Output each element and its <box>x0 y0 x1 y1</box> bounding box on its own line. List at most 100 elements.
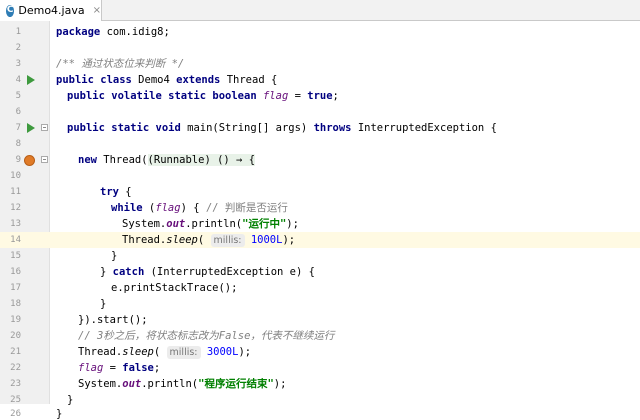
lambda-fold[interactable]: (Runnable) () → { <box>147 154 256 166</box>
line-code: public static void main(String[] args) t… <box>67 120 497 136</box>
code-line: 26 } <box>0 408 640 420</box>
line-number: 17 <box>10 283 21 293</box>
static-field: out <box>122 378 142 390</box>
line-number: 21 <box>10 347 21 357</box>
line-code: // 3秒之后，将状态标志改为False，代表不继续运行 <box>78 328 334 344</box>
line-code: /** 通过状态位来判断 */ <box>56 56 184 72</box>
current-line: 14 Thread.sleep( millis: 1000L); <box>0 232 640 248</box>
code-text: Thread( <box>96 154 148 166</box>
code-line: 12 while (flag) { // 判断是否运行 <box>0 200 640 216</box>
code-text: InterruptedException { <box>351 122 497 134</box>
editor-tab-bar: C Demo4.java × <box>0 0 640 21</box>
line-number: 14 <box>10 235 21 245</box>
code-text: ; <box>332 90 339 102</box>
code-text: ( <box>142 202 156 214</box>
keyword: throws <box>313 122 352 134</box>
code-line: 10 <box>0 168 640 184</box>
code-text: ); <box>282 234 296 246</box>
static-field: flag <box>262 90 289 102</box>
keyword: catch <box>112 266 145 278</box>
line-number: 12 <box>10 203 21 213</box>
close-icon[interactable]: × <box>93 5 101 16</box>
line-number: 13 <box>10 219 21 229</box>
run-icon[interactable] <box>27 75 35 85</box>
line-number: 5 <box>15 91 21 101</box>
line-code: package com.idig8; <box>56 24 170 40</box>
line-number: 4 <box>15 75 21 85</box>
line-number: 19 <box>10 315 21 325</box>
code-line: 4 public class Demo4 extends Thread { <box>0 72 640 88</box>
override-icon[interactable] <box>24 155 35 166</box>
code-text: ); <box>238 346 252 358</box>
line-code: } <box>56 408 63 420</box>
code-text: ( <box>153 346 167 358</box>
line-number: 6 <box>15 107 21 117</box>
string-literal: "程序运行结束" <box>198 378 274 390</box>
line-number: 20 <box>10 331 21 341</box>
line-code: } <box>67 394 74 406</box>
line-code: flag = false; <box>78 360 160 376</box>
line-number: 16 <box>10 267 21 277</box>
line-number: 26 <box>10 409 21 419</box>
line-code: System.out.println("运行中"); <box>122 216 299 232</box>
comment: // 判断是否运行 <box>205 202 288 214</box>
line-number: 23 <box>10 379 21 389</box>
code-text: main(String[] args) <box>180 122 314 134</box>
keyword: new <box>78 154 97 166</box>
code-editor[interactable]: 1 package com.idig8; 2 3 /** 通过状态位来判断 */… <box>0 21 640 420</box>
keyword: public static void <box>67 122 181 134</box>
keyword: while <box>111 202 143 214</box>
keyword: package <box>56 26 101 38</box>
code-text: ) { <box>180 202 206 214</box>
code-text: = <box>288 90 308 102</box>
code-line: 20 // 3秒之后，将状态标志改为False，代表不继续运行 <box>0 328 640 344</box>
number-literal: 1000L <box>250 234 283 246</box>
code-line: 3 /** 通过状态位来判断 */ <box>0 56 640 72</box>
line-number: 3 <box>15 59 21 69</box>
code-text: Thread { <box>220 74 278 86</box>
fold-icon[interactable] <box>41 156 48 163</box>
code-line: 7 public static void main(String[] args)… <box>0 120 640 136</box>
code-text: System. <box>78 378 123 390</box>
comment: /** 通过状态位来判断 */ <box>56 58 185 70</box>
code-text: ); <box>286 218 299 230</box>
comment: // 3秒之后，将状态标志改为False，代表不继续运行 <box>78 330 335 342</box>
line-code: } <box>111 250 118 262</box>
code-text: Thread. <box>122 234 167 246</box>
number-literal: 3000L <box>206 346 239 358</box>
line-number: 2 <box>15 43 21 53</box>
line-code: public volatile static boolean flag = tr… <box>67 88 339 104</box>
line-number: 7 <box>15 123 21 133</box>
keyword: public class <box>56 74 132 86</box>
line-number: 22 <box>10 363 21 373</box>
java-class-icon: C <box>6 4 15 17</box>
code-line: 16 } catch (InterruptedException e) { <box>0 264 640 280</box>
code-text: Thread. <box>78 346 123 358</box>
code-line: 21 Thread.sleep( millis: 3000L); <box>0 344 640 360</box>
line-code: Thread.sleep( millis: 3000L); <box>78 344 251 360</box>
line-code: System.out.println("程序运行结束"); <box>78 376 286 392</box>
line-number: 8 <box>15 139 21 149</box>
class-name: Demo4 <box>131 74 177 86</box>
keyword: true <box>307 90 333 102</box>
method-name: sleep <box>122 346 154 358</box>
fold-icon[interactable] <box>41 124 48 131</box>
parameter-hint: millis: <box>210 234 245 247</box>
code-line: 18 } <box>0 296 640 312</box>
tab-demo4-java[interactable]: C Demo4.java × <box>0 0 102 21</box>
code-line: 5 public volatile static boolean flag = … <box>0 88 640 104</box>
code-text: ( <box>197 234 211 246</box>
code-line: 17 e.printStackTrace(); <box>0 280 640 296</box>
run-icon[interactable] <box>27 123 35 133</box>
keyword: public volatile static boolean <box>67 90 257 102</box>
code-line: 23 System.out.println("程序运行结束"); <box>0 376 640 392</box>
tab-label: Demo4.java <box>18 4 85 17</box>
code-text: .println( <box>141 378 199 390</box>
line-number: 15 <box>10 251 21 261</box>
line-number: 9 <box>15 155 21 165</box>
code-text: com.idig8; <box>100 26 170 38</box>
code-text: ; <box>153 362 161 374</box>
static-field: out <box>166 218 186 230</box>
line-code: } <box>100 298 107 310</box>
code-line: 13 System.out.println("运行中"); <box>0 216 640 232</box>
